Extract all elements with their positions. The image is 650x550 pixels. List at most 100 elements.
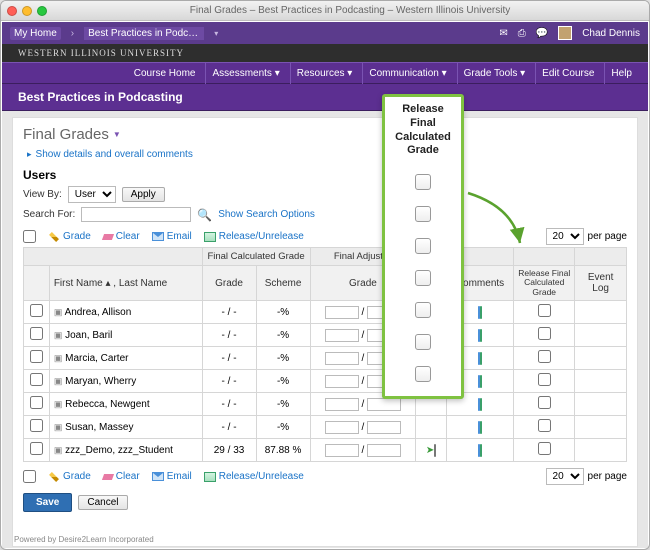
feedback-icon[interactable] <box>480 421 482 434</box>
clear-tool[interactable]: Clear <box>103 231 140 242</box>
adj-grade-den[interactable] <box>367 398 401 411</box>
calc-scheme: -% <box>256 301 310 324</box>
release-checkbox[interactable] <box>538 327 551 340</box>
student-name[interactable]: ▣ Susan, Massey <box>49 416 202 439</box>
transfer-icon[interactable]: ➤ <box>426 445 434 456</box>
search-icon[interactable]: 🔍 <box>197 208 212 222</box>
adj-grade-num[interactable] <box>325 421 359 434</box>
feedback-icon[interactable] <box>480 444 482 457</box>
th-eventlog[interactable]: Event Log <box>575 266 627 301</box>
row-checkbox[interactable] <box>30 304 43 317</box>
student-name[interactable]: ▣ Andrea, Allison <box>49 301 202 324</box>
row-checkbox[interactable] <box>30 419 43 432</box>
row-checkbox[interactable] <box>30 327 43 340</box>
window-controls[interactable] <box>7 6 47 16</box>
feedback-icon[interactable] <box>480 306 482 319</box>
user-name[interactable]: Chad Dennis <box>582 28 640 39</box>
adj-grade-den[interactable] <box>367 444 401 457</box>
feedback-icon[interactable] <box>480 329 482 342</box>
chat-icon[interactable]: 💬 <box>536 28 548 39</box>
callout-checkbox[interactable] <box>415 334 431 350</box>
maximize-icon[interactable] <box>37 6 47 16</box>
nav-grade-tools[interactable]: Grade Tools ▾ <box>457 62 532 84</box>
student-name[interactable]: ▣ Joan, Baril <box>49 324 202 347</box>
home-link[interactable]: My Home <box>10 27 61 40</box>
row-checkbox[interactable] <box>30 442 43 455</box>
show-search-options[interactable]: Show Search Options <box>218 209 315 220</box>
student-name[interactable]: ▣ zzz_Demo, zzz_Student <box>49 439 202 462</box>
per-page-select[interactable]: 20 <box>546 228 584 245</box>
calc-scheme: -% <box>256 416 310 439</box>
select-all-checkbox[interactable] <box>23 230 36 243</box>
email-tool[interactable]: Email <box>152 231 192 242</box>
per-page-select[interactable]: 20 <box>546 468 584 485</box>
callout-checkbox[interactable] <box>415 174 431 190</box>
feedback-icon[interactable] <box>480 375 482 388</box>
close-icon[interactable] <box>7 6 17 16</box>
student-name[interactable]: ▣ Marcia, Carter <box>49 347 202 370</box>
release-tool[interactable]: Release/Unrelease <box>204 471 304 482</box>
feedback-icon[interactable] <box>480 398 482 411</box>
student-name[interactable]: ▣ Rebecca, Newgent <box>49 393 202 416</box>
th-name[interactable]: First Name ▴ , Last Name <box>49 266 202 301</box>
th-blank <box>24 248 203 266</box>
chevron-down-icon[interactable]: ▾ <box>214 29 218 38</box>
save-button[interactable]: Save <box>23 493 72 512</box>
adj-grade-num[interactable] <box>325 398 359 411</box>
th-grade[interactable]: Grade <box>202 266 256 301</box>
release-checkbox[interactable] <box>538 350 551 363</box>
release-tool[interactable]: Release/Unrelease <box>204 231 304 242</box>
pager-icon[interactable]: ⎙ <box>518 28 526 39</box>
release-cell <box>514 347 575 370</box>
trash-icon[interactable] <box>434 444 436 457</box>
student-name[interactable]: ▣ Maryan, Wherry <box>49 370 202 393</box>
release-checkbox[interactable] <box>538 373 551 386</box>
callout-checkbox[interactable] <box>415 366 431 382</box>
adj-grade-num[interactable] <box>325 352 359 365</box>
feedback-icon[interactable] <box>480 352 482 365</box>
callout-checkbox[interactable] <box>415 238 431 254</box>
release-checkbox[interactable] <box>538 419 551 432</box>
nav-course-home[interactable]: Course Home <box>128 62 202 84</box>
callout-checkbox[interactable] <box>415 270 431 286</box>
select-all-checkbox-bottom[interactable] <box>23 470 36 483</box>
adj-grade-num[interactable] <box>325 306 359 319</box>
search-input[interactable] <box>81 207 191 222</box>
callout-checkbox[interactable] <box>415 302 431 318</box>
nav-edit-course[interactable]: Edit Course <box>535 62 600 84</box>
row-checkbox[interactable] <box>30 396 43 409</box>
show-details-link[interactable]: ▸ Show details and overall comments <box>27 149 627 160</box>
view-by-select[interactable]: User <box>68 186 116 203</box>
grade-tool[interactable]: Grade <box>48 471 91 483</box>
page-title[interactable]: Final Grades ▼ <box>23 126 627 143</box>
adj-grade-num[interactable] <box>325 329 359 342</box>
adj-grade-num[interactable] <box>325 444 359 457</box>
eventlog-cell <box>575 393 627 416</box>
release-checkbox[interactable] <box>538 396 551 409</box>
breadcrumb-course[interactable]: Best Practices in Podc… <box>84 27 204 40</box>
callout-checkbox[interactable] <box>415 206 431 222</box>
row-checkbox[interactable] <box>30 350 43 363</box>
th-scheme[interactable]: Scheme <box>256 266 310 301</box>
nav-assessments[interactable]: Assessments ▾ <box>205 62 285 84</box>
course-nav: Course Home Assessments ▾ Resources ▾ Co… <box>2 62 648 84</box>
th-release[interactable]: Release Final Calculated Grade <box>514 266 575 301</box>
comments-cell <box>446 439 513 462</box>
email-tool[interactable]: Email <box>152 471 192 482</box>
avatar[interactable] <box>558 26 572 40</box>
mail-icon[interactable]: ✉ <box>499 28 507 39</box>
adj-grade-den[interactable] <box>367 421 401 434</box>
nav-communication[interactable]: Communication ▾ <box>362 62 452 84</box>
clear-tool[interactable]: Clear <box>103 471 140 482</box>
release-checkbox[interactable] <box>538 442 551 455</box>
chevron-down-icon[interactable]: ▼ <box>113 130 121 139</box>
apply-button[interactable]: Apply <box>122 187 165 202</box>
grade-tool[interactable]: Grade <box>48 231 91 243</box>
cancel-button[interactable]: Cancel <box>78 495 127 510</box>
release-checkbox[interactable] <box>538 304 551 317</box>
row-checkbox[interactable] <box>30 373 43 386</box>
adj-grade-num[interactable] <box>325 375 359 388</box>
minimize-icon[interactable] <box>22 6 32 16</box>
nav-resources[interactable]: Resources ▾ <box>290 62 359 84</box>
nav-help[interactable]: Help <box>604 62 638 84</box>
